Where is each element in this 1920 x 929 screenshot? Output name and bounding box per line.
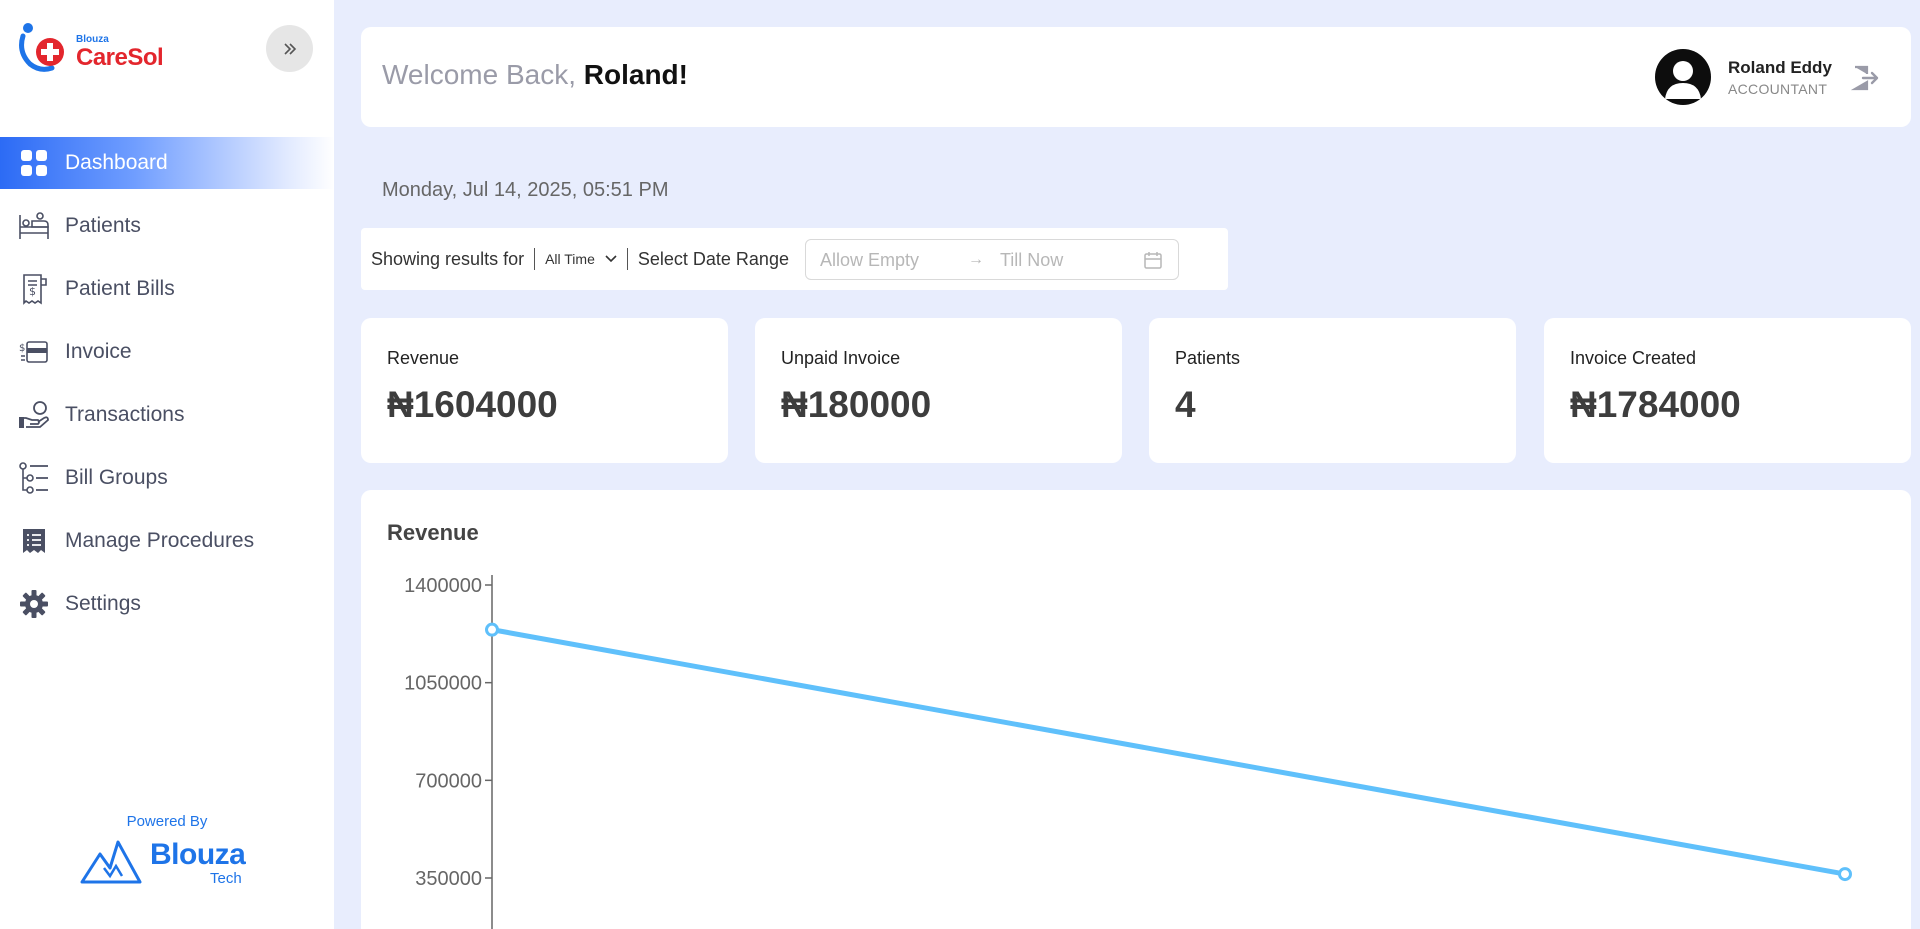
sidebar-nav: Dashboard Patients $ Patient Bills $ Inv… bbox=[0, 137, 334, 641]
stat-title: Patients bbox=[1175, 348, 1241, 368]
sidebar-item-label: Dashboard bbox=[65, 151, 168, 174]
showing-results-label: Showing results for bbox=[371, 248, 525, 269]
stat-value: ₦180000 bbox=[781, 384, 932, 425]
revenue-line-chart: 1400000 1050000 700000 350000 bbox=[404, 575, 1852, 929]
calendar-icon bbox=[1144, 251, 1162, 269]
revenue-chart-card: Revenue 1400000 1050000 700000 350000 bbox=[361, 490, 1911, 929]
logo-brand-name: CareSol bbox=[76, 44, 164, 71]
stat-title: Revenue bbox=[387, 348, 460, 368]
data-point bbox=[485, 622, 499, 637]
sidebar: Blouza CareSol Dashboard Patients $ Pati… bbox=[0, 0, 334, 929]
caresol-logo-icon bbox=[19, 23, 64, 72]
revenue-series-line bbox=[489, 627, 1848, 877]
double-chevron-right-icon bbox=[283, 42, 296, 55]
data-point bbox=[1838, 867, 1852, 882]
footer-brand-name: Blouza bbox=[150, 838, 246, 871]
powered-by-label: Powered By bbox=[126, 813, 208, 830]
stat-value: ₦1784000 bbox=[1570, 384, 1741, 425]
bill-receipt-icon: $ bbox=[18, 273, 50, 305]
y-tick-label: 350000 bbox=[415, 868, 482, 890]
stat-title: Unpaid Invoice bbox=[781, 348, 901, 368]
divider bbox=[534, 248, 536, 270]
arrow-right-icon: → bbox=[967, 250, 984, 268]
revenue-stat-card: Revenue ₦1604000 bbox=[361, 318, 728, 463]
patient-bed-icon bbox=[18, 210, 50, 242]
current-date-time: Monday, Jul 14, 2025, 05:51 PM bbox=[382, 179, 669, 201]
sidebar-item-label: Patient Bills bbox=[65, 277, 175, 300]
chevron-down-icon bbox=[605, 255, 617, 263]
start-date-input[interactable]: Allow Empty bbox=[820, 250, 919, 271]
gear-icon bbox=[18, 588, 50, 620]
patients-stat-card: Patients 4 bbox=[1149, 318, 1516, 463]
sidebar-item-dashboard[interactable]: Dashboard bbox=[0, 137, 334, 189]
period-select-value: All Time bbox=[545, 251, 595, 267]
stat-value: ₦1604000 bbox=[387, 384, 558, 425]
hand-coin-icon bbox=[18, 399, 50, 431]
unpaid-invoice-stat-card: Unpaid Invoice ₦180000 bbox=[755, 318, 1122, 463]
y-tick-label: 1400000 bbox=[404, 575, 482, 597]
list-tree-icon bbox=[18, 462, 50, 494]
sidebar-item-settings[interactable]: Settings bbox=[0, 578, 334, 630]
blouza-tech-logo: Blouza Tech bbox=[80, 838, 250, 888]
end-date-input[interactable]: Till Now bbox=[1000, 250, 1063, 271]
invoice-card-icon: $ bbox=[18, 336, 50, 368]
sidebar-item-label: Bill Groups bbox=[65, 466, 168, 489]
sidebar-expand-button[interactable] bbox=[266, 25, 313, 72]
date-range-label: Select Date Range bbox=[637, 248, 789, 269]
avatar[interactable] bbox=[1655, 49, 1711, 105]
sidebar-item-patients[interactable]: Patients bbox=[0, 200, 334, 252]
logout-button[interactable] bbox=[1850, 64, 1879, 92]
y-tick-label: 700000 bbox=[415, 770, 482, 792]
period-select[interactable]: All Time bbox=[545, 251, 617, 267]
stat-title: Invoice Created bbox=[1570, 348, 1697, 368]
sidebar-item-patient-bills[interactable]: $ Patient Bills bbox=[0, 263, 334, 315]
sidebar-item-label: Patients bbox=[65, 214, 141, 237]
dashboard-grid-icon bbox=[18, 147, 50, 179]
sidebar-item-bill-groups[interactable]: Bill Groups bbox=[0, 452, 334, 504]
footer-brand-sub: Tech bbox=[210, 870, 242, 887]
sidebar-item-invoice[interactable]: $ Invoice bbox=[0, 326, 334, 378]
user-silhouette-icon bbox=[1665, 61, 1701, 99]
sidebar-item-manage-procedures[interactable]: Manage Procedures bbox=[0, 515, 334, 567]
y-tick-label: 1050000 bbox=[404, 673, 482, 695]
welcome-prefix: Welcome Back, bbox=[382, 59, 576, 90]
results-filter-bar: Showing results for All Time Select Date… bbox=[361, 228, 1228, 290]
user-name: Roland Eddy bbox=[1728, 58, 1832, 77]
caresol-logo[interactable]: Blouza CareSol bbox=[18, 22, 178, 76]
welcome-message: Welcome Back, Roland! bbox=[382, 59, 688, 91]
mountain-logo-icon bbox=[80, 840, 142, 884]
sidebar-item-label: Manage Procedures bbox=[65, 529, 255, 552]
svg-text:$: $ bbox=[29, 285, 36, 298]
stat-value: 4 bbox=[1175, 384, 1196, 425]
sidebar-item-label: Transactions bbox=[65, 403, 185, 426]
invoice-created-stat-card: Invoice Created ₦1784000 bbox=[1544, 318, 1911, 463]
sidebar-item-label: Settings bbox=[65, 592, 141, 615]
sidebar-item-label: Invoice bbox=[65, 340, 132, 363]
logout-icon bbox=[1850, 65, 1879, 91]
divider bbox=[626, 248, 628, 270]
date-range-picker[interactable]: Allow Empty → Till Now bbox=[804, 238, 1179, 280]
user-role: ACCOUNTANT bbox=[1728, 81, 1828, 97]
welcome-header: Welcome Back, Roland! Roland Eddy ACCOUN… bbox=[361, 27, 1911, 127]
svg-text:$: $ bbox=[19, 343, 25, 354]
welcome-user-name: Roland! bbox=[583, 59, 688, 90]
sidebar-item-transactions[interactable]: Transactions bbox=[0, 389, 334, 441]
document-list-icon bbox=[18, 525, 50, 557]
